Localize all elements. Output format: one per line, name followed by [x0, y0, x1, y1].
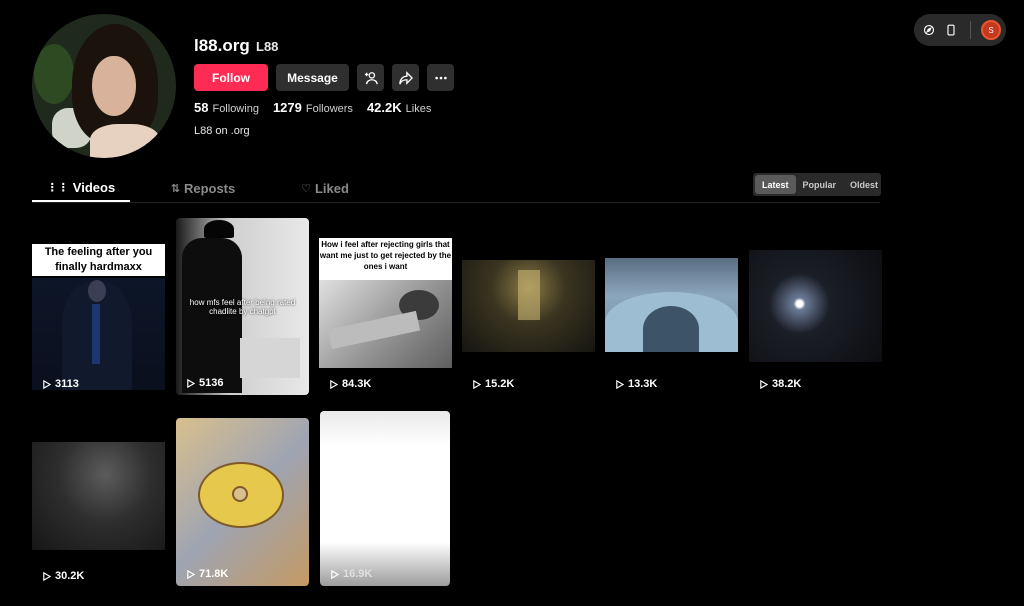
profile-tabs: ⋮⋮ Videos ⇅ Reposts ♡ Liked: [32, 174, 398, 202]
view-count: 38.2K: [759, 378, 801, 390]
sort-oldest[interactable]: Oldest: [843, 175, 885, 194]
view-count: 16.9K: [330, 568, 372, 580]
play-icon: [473, 379, 481, 389]
play-icon: [43, 379, 51, 389]
sort-latest[interactable]: Latest: [755, 175, 796, 194]
view-count-value: 13.3K: [628, 378, 658, 390]
repost-icon: ⇅: [170, 182, 180, 195]
video-card[interactable]: The feeling after you finally hardmaxx 3…: [32, 218, 165, 396]
add-user-icon: [364, 71, 378, 84]
divider: [970, 21, 971, 39]
view-count-value: 84.3K: [342, 378, 372, 390]
video-card[interactable]: 71.8K: [176, 418, 309, 586]
phone-icon[interactable]: [944, 23, 958, 37]
compass-icon[interactable]: [922, 23, 936, 37]
user-avatar[interactable]: S: [981, 20, 1001, 40]
view-count-value: 71.8K: [199, 568, 229, 580]
video-card[interactable]: 13.3K: [605, 218, 738, 396]
play-icon: [330, 379, 338, 389]
play-icon: [187, 378, 195, 388]
message-button[interactable]: Message: [276, 64, 349, 91]
tab-videos[interactable]: ⋮⋮ Videos: [32, 174, 130, 202]
view-count: 15.2K: [472, 378, 514, 390]
profile-bio: L88 on .org: [194, 125, 250, 137]
tab-reposts[interactable]: ⇅ Reposts: [154, 174, 252, 202]
profile-handle: l88.org: [194, 36, 250, 55]
share-button[interactable]: [392, 64, 419, 91]
view-count: 30.2K: [42, 570, 84, 582]
grid-icon: ⋮⋮: [46, 181, 69, 194]
profile-nickname: L88: [256, 39, 279, 54]
more-button[interactable]: [427, 64, 454, 91]
view-count-value: 3113: [55, 378, 79, 390]
sort-popular[interactable]: Popular: [796, 175, 844, 194]
play-icon: [331, 569, 339, 579]
view-count: 71.8K: [186, 568, 228, 580]
view-count: 5136: [186, 377, 223, 389]
following-stat[interactable]: 58 Following: [194, 100, 259, 115]
view-count: 3113: [42, 378, 79, 390]
video-caption: How i feel after rejecting girls that wa…: [319, 238, 452, 280]
video-caption: The feeling after you finally hardmaxx: [32, 244, 165, 276]
tabs-divider: [32, 202, 880, 203]
add-friend-button[interactable]: [357, 64, 384, 91]
video-card[interactable]: how mfs feel after being rated chadlite …: [176, 218, 309, 395]
heart-icon: ♡: [301, 182, 311, 195]
following-count: 58: [194, 100, 209, 115]
play-icon: [187, 569, 195, 579]
play-icon: [43, 571, 51, 581]
view-count-value: 5136: [199, 377, 224, 389]
video-card[interactable]: 16.9K: [320, 411, 450, 586]
view-count-value: 15.2K: [485, 378, 515, 390]
play-icon: [760, 379, 768, 389]
tab-label: Liked: [314, 180, 349, 196]
followers-label: Followers: [305, 103, 353, 115]
video-card[interactable]: 38.2K: [749, 218, 882, 396]
tab-label: Reposts: [183, 180, 236, 196]
followers-count: 1279: [272, 100, 302, 115]
profile-avatar[interactable]: [32, 14, 176, 158]
profile-page: l88.org L88 Follow Message 58 Following 1…: [0, 0, 1024, 606]
view-count-value: 16.9K: [343, 568, 373, 580]
video-overlay-text: how mfs feel after being rated chadlite …: [189, 298, 296, 316]
video-card[interactable]: How i feel after rejecting girls that wa…: [319, 218, 452, 396]
video-card[interactable]: 30.2K: [32, 410, 165, 588]
follow-button[interactable]: Follow: [194, 64, 268, 91]
share-icon: [398, 70, 413, 85]
tab-liked[interactable]: ♡ Liked: [276, 174, 374, 202]
view-count: 13.3K: [615, 378, 657, 390]
likes-label: Likes: [405, 103, 432, 115]
view-count: 84.3K: [329, 378, 371, 390]
following-label: Following: [212, 103, 259, 115]
top-controls: S: [914, 14, 1006, 46]
view-count-value: 38.2K: [772, 378, 802, 390]
view-count-value: 30.2K: [55, 570, 85, 582]
sort-toggle: Latest Popular Oldest: [753, 173, 881, 196]
likes-stat: 42.2K Likes: [367, 100, 431, 115]
more-icon: [434, 76, 447, 79]
play-icon: [616, 379, 624, 389]
followers-stat[interactable]: 1279 Followers: [273, 100, 353, 115]
tab-label: Videos: [72, 179, 116, 195]
video-card[interactable]: 15.2K: [462, 218, 595, 396]
profile-stats: 58 Following 1279 Followers 42.2K Likes: [194, 100, 431, 115]
likes-count: 42.2K: [366, 100, 402, 115]
